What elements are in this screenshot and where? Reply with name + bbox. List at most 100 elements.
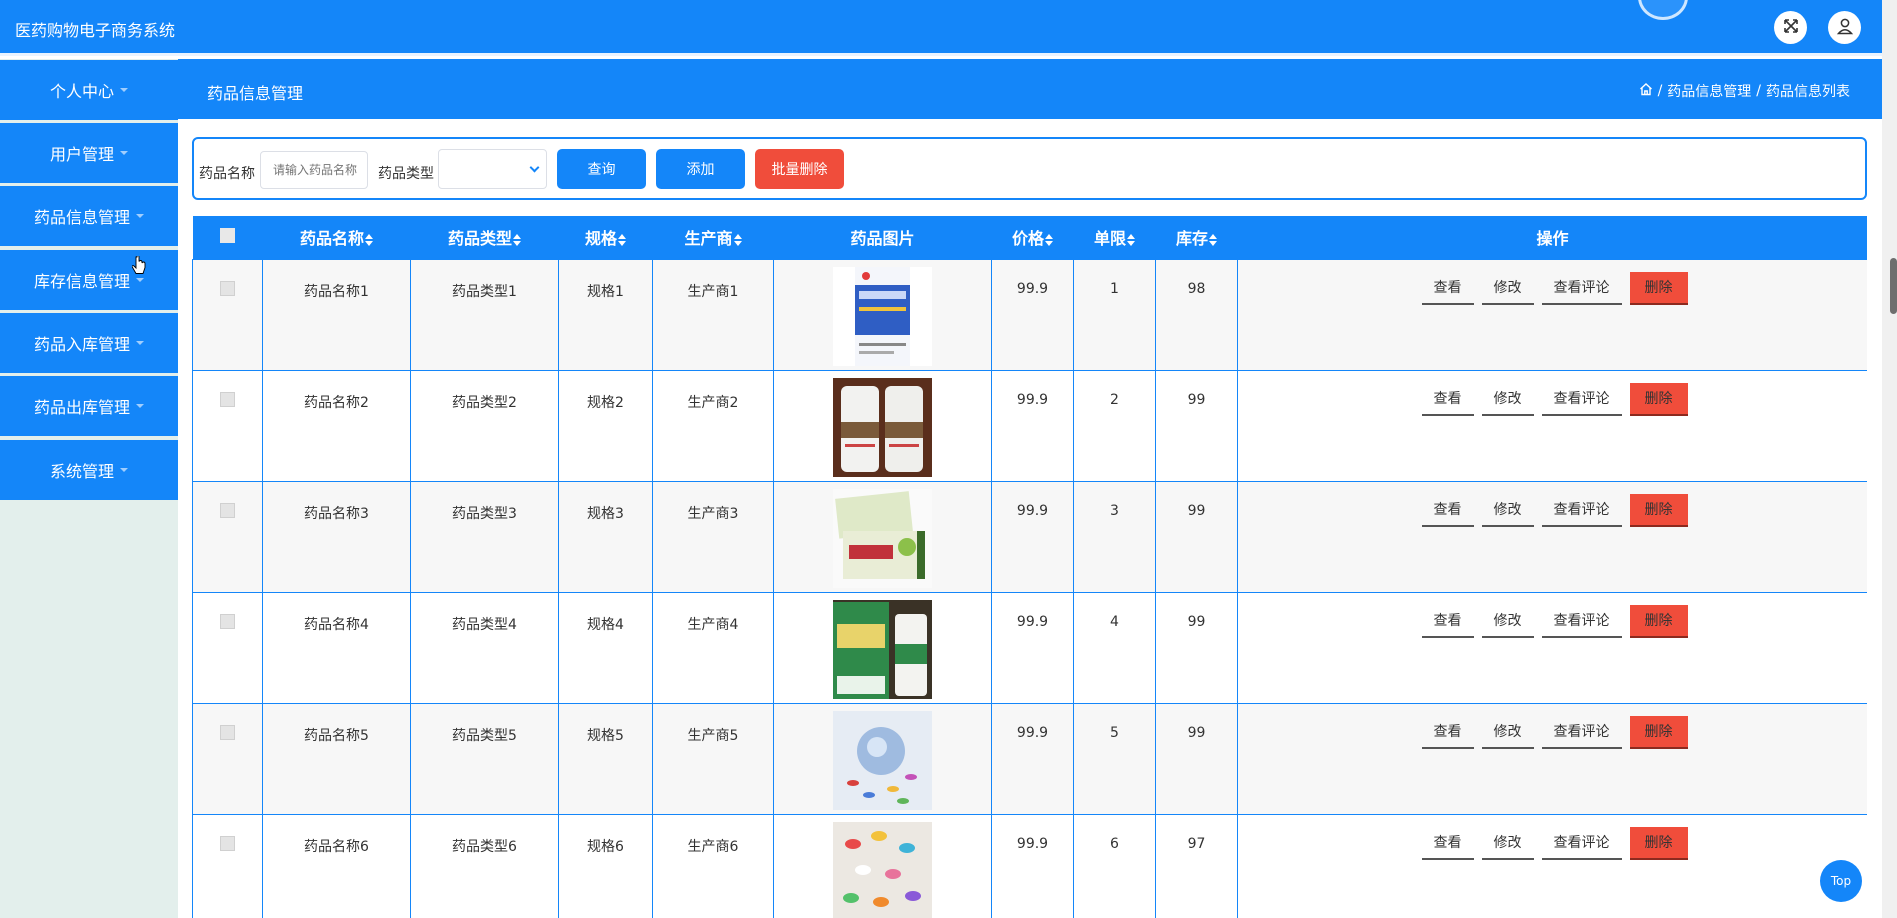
user-icon xyxy=(1836,17,1854,39)
edit-button[interactable]: 修改 xyxy=(1481,716,1534,749)
batch-delete-button[interactable]: 批量删除 xyxy=(755,149,844,189)
back-to-top-button[interactable]: Top xyxy=(1820,860,1862,902)
drug-table: 药品名称 药品类型 规格 生产商 药品图片 价格 单限 库存 操作 药品名称1 … xyxy=(192,216,1867,918)
edit-button[interactable]: 修改 xyxy=(1481,605,1534,638)
column-header-price[interactable]: 价格 xyxy=(992,216,1074,259)
scrollbar[interactable] xyxy=(1882,0,1897,918)
sidebar-item-label: 药品信息管理 xyxy=(33,208,130,227)
delete-button[interactable]: 删除 xyxy=(1629,271,1688,305)
sort-icon[interactable] xyxy=(513,233,521,246)
drug-image xyxy=(833,266,932,366)
chevron-down-icon xyxy=(136,214,144,218)
sidebar-item-stock-out[interactable]: 药品出库管理 xyxy=(0,376,178,436)
column-header-maker[interactable]: 生产商 xyxy=(653,216,774,259)
scrollbar-thumb[interactable] xyxy=(1890,258,1897,314)
view-reviews-button[interactable]: 查看评论 xyxy=(1541,716,1622,749)
cell-type: 药品类型4 xyxy=(410,591,559,704)
delete-button[interactable]: 删除 xyxy=(1629,382,1688,416)
page-title: 药品信息管理 xyxy=(207,84,304,103)
sort-icon[interactable] xyxy=(733,233,742,246)
sidebar-item-drug-info[interactable]: 药品信息管理 xyxy=(0,186,178,246)
cell-actions: 查看 修改 查看评论 删除 xyxy=(1237,258,1867,371)
user-menu-button[interactable] xyxy=(1828,11,1861,44)
view-button[interactable]: 查看 xyxy=(1421,827,1474,860)
cell-type: 药品类型1 xyxy=(410,258,559,371)
breadcrumb-item[interactable]: 药品信息管理 xyxy=(1667,81,1751,101)
edit-button[interactable]: 修改 xyxy=(1481,494,1534,527)
cursor-pointer-icon xyxy=(131,255,146,280)
add-button[interactable]: 添加 xyxy=(656,149,745,189)
top-decoration xyxy=(1638,0,1688,20)
cell-price: 99.9 xyxy=(991,480,1074,593)
view-button[interactable]: 查看 xyxy=(1421,494,1474,527)
view-button[interactable]: 查看 xyxy=(1421,716,1474,749)
cell-limit: 4 xyxy=(1073,591,1156,704)
cell-actions: 查看 修改 查看评论 删除 xyxy=(1237,702,1867,815)
sort-icon[interactable] xyxy=(618,233,626,246)
drug-image xyxy=(833,821,932,918)
cell-spec: 规格3 xyxy=(558,480,653,593)
row-checkbox[interactable] xyxy=(220,280,235,296)
sort-icon[interactable] xyxy=(365,233,373,246)
cell-stock: 99 xyxy=(1155,591,1238,704)
delete-button[interactable]: 删除 xyxy=(1629,493,1688,527)
edit-button[interactable]: 修改 xyxy=(1481,383,1534,416)
sidebar-item-label: 药品入库管理 xyxy=(33,335,130,354)
sidebar-item-personal-center[interactable]: 个人中心 xyxy=(0,60,178,120)
column-header-spec[interactable]: 规格 xyxy=(559,216,653,259)
sort-icon[interactable] xyxy=(1045,233,1053,246)
edit-button[interactable]: 修改 xyxy=(1481,827,1534,860)
cell-stock: 99 xyxy=(1155,480,1238,593)
cell-name: 药品名称6 xyxy=(262,813,411,918)
column-header-name[interactable]: 药品名称 xyxy=(263,216,411,259)
query-button[interactable]: 查询 xyxy=(557,149,646,189)
column-header-actions: 操作 xyxy=(1536,229,1569,249)
cell-name: 药品名称2 xyxy=(262,369,411,482)
fullscreen-button[interactable] xyxy=(1774,11,1807,44)
edit-button[interactable]: 修改 xyxy=(1481,272,1534,305)
row-checkbox[interactable] xyxy=(220,613,235,629)
sort-icon[interactable] xyxy=(1127,233,1135,246)
view-reviews-button[interactable]: 查看评论 xyxy=(1541,383,1622,416)
breadcrumb-separator: / xyxy=(1657,83,1663,99)
delete-button[interactable]: 删除 xyxy=(1629,604,1688,638)
home-icon[interactable] xyxy=(1639,82,1653,100)
cell-type: 药品类型3 xyxy=(410,480,559,593)
cell-price: 99.9 xyxy=(991,369,1074,482)
view-reviews-button[interactable]: 查看评论 xyxy=(1541,272,1622,305)
column-header-limit[interactable]: 单限 xyxy=(1074,216,1156,259)
column-header-stock[interactable]: 库存 xyxy=(1156,216,1238,259)
sidebar-item-system[interactable]: 系统管理 xyxy=(0,440,178,500)
sort-icon[interactable] xyxy=(1209,233,1217,246)
sidebar-item-stock-info[interactable]: 库存信息管理 xyxy=(0,250,178,310)
cell-actions: 查看 修改 查看评论 删除 xyxy=(1237,591,1867,704)
cell-actions: 查看 修改 查看评论 删除 xyxy=(1237,813,1867,918)
view-button[interactable]: 查看 xyxy=(1421,605,1474,638)
drug-type-select[interactable] xyxy=(438,149,547,189)
drug-name-input[interactable] xyxy=(260,151,368,189)
view-reviews-button[interactable]: 查看评论 xyxy=(1541,827,1622,860)
view-button[interactable]: 查看 xyxy=(1421,383,1474,416)
sidebar-item-users[interactable]: 用户管理 xyxy=(0,123,178,183)
table-row: 药品名称2 药品类型2 规格2 生产商2 99.9 2 99 查看 修改 查看评… xyxy=(192,369,1867,482)
cell-type: 药品类型5 xyxy=(410,702,559,815)
select-all-checkbox[interactable] xyxy=(220,227,235,243)
column-header-type[interactable]: 药品类型 xyxy=(411,216,559,259)
view-reviews-button[interactable]: 查看评论 xyxy=(1541,494,1622,527)
view-button[interactable]: 查看 xyxy=(1421,272,1474,305)
column-header-image: 药品图片 xyxy=(850,229,915,249)
view-reviews-button[interactable]: 查看评论 xyxy=(1541,605,1622,638)
cell-stock: 99 xyxy=(1155,369,1238,482)
row-checkbox[interactable] xyxy=(220,724,235,740)
row-checkbox[interactable] xyxy=(220,502,235,518)
cell-maker: 生产商1 xyxy=(652,258,774,371)
delete-button[interactable]: 删除 xyxy=(1629,826,1688,860)
delete-button[interactable]: 删除 xyxy=(1629,715,1688,749)
cell-maker: 生产商6 xyxy=(652,813,774,918)
drug-image xyxy=(833,377,932,477)
breadcrumb-separator: / xyxy=(1756,83,1761,99)
row-checkbox[interactable] xyxy=(220,391,235,407)
row-checkbox[interactable] xyxy=(220,835,235,851)
sidebar-item-stock-in[interactable]: 药品入库管理 xyxy=(0,313,178,373)
cell-stock: 97 xyxy=(1155,813,1238,918)
